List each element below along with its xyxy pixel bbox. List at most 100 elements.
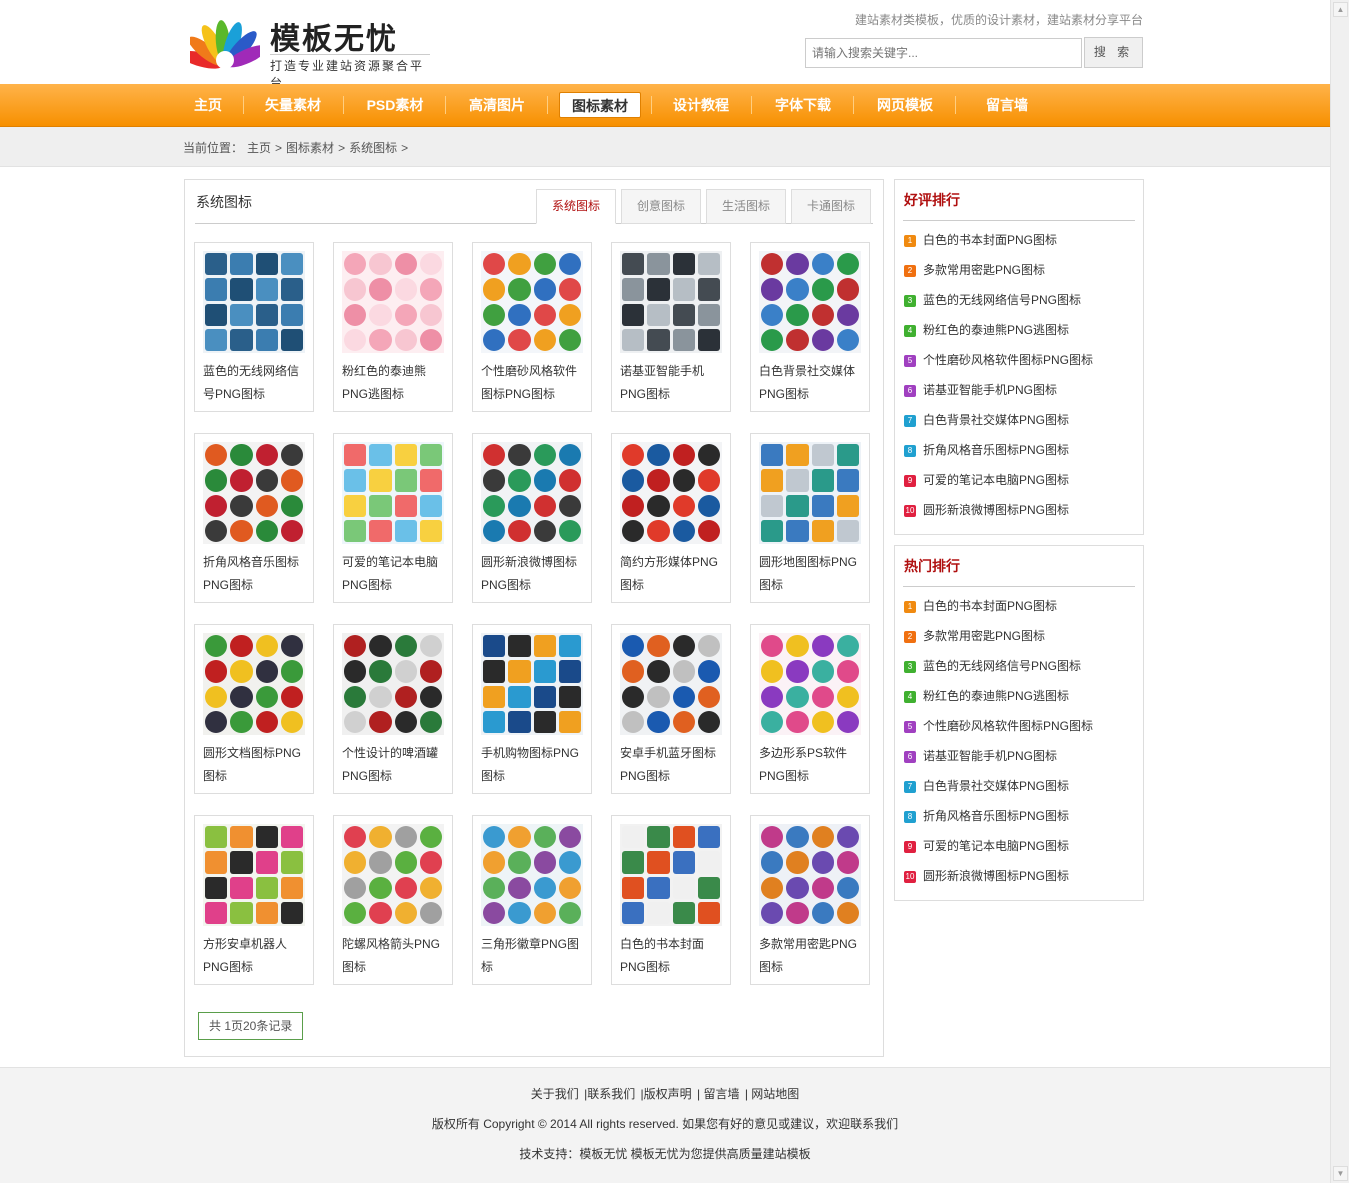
rank-item[interactable]: 8 折角风格音乐图标PNG图标 bbox=[904, 806, 1069, 826]
icon-card-title[interactable]: 安卓手机蓝牙图标PNG图标 bbox=[620, 742, 724, 788]
nav-item[interactable]: 网页模板 bbox=[865, 92, 945, 118]
icon-card-title[interactable]: 粉红色的泰迪熊PNG逃图标 bbox=[342, 360, 446, 406]
rank-item-label[interactable]: 白色背景社交媒体PNG图标 bbox=[923, 779, 1069, 793]
icon-card-title[interactable]: 个性设计的啤酒罐PNG图标 bbox=[342, 742, 446, 788]
icon-thumbnail[interactable] bbox=[620, 251, 722, 353]
icon-card[interactable]: 圆形文档图标PNG图标 bbox=[194, 624, 314, 794]
rank-item[interactable]: 7 白色背景社交媒体PNG图标 bbox=[904, 776, 1069, 796]
breadcrumb-category[interactable]: 图标素材 bbox=[286, 141, 334, 155]
icon-card[interactable]: 可爱的笔记本电脑PNG图标 bbox=[333, 433, 453, 603]
logo-name[interactable]: 模板无忧 bbox=[270, 14, 398, 58]
icon-card-title[interactable]: 圆形文档图标PNG图标 bbox=[203, 742, 307, 788]
rank-item-label[interactable]: 诺基亚智能手机PNG图标 bbox=[923, 383, 1057, 397]
icon-thumbnail[interactable] bbox=[759, 442, 861, 544]
scroll-down-icon[interactable]: ▼ bbox=[1333, 1166, 1348, 1181]
tab-category[interactable]: 卡通图标 bbox=[791, 189, 871, 224]
icon-card-title[interactable]: 蓝色的无线网络信号PNG图标 bbox=[203, 360, 307, 406]
icon-card[interactable]: 圆形地图图标PNG图标 bbox=[750, 433, 870, 603]
rank-item-label[interactable]: 蓝色的无线网络信号PNG图标 bbox=[923, 293, 1081, 307]
rank-item[interactable]: 2 多款常用密匙PNG图标 bbox=[904, 260, 1045, 280]
icon-card[interactable]: 多款常用密匙PNG图标 bbox=[750, 815, 870, 985]
rank-item-label[interactable]: 粉红色的泰迪熊PNG逃图标 bbox=[923, 689, 1069, 703]
rank-item-label[interactable]: 折角风格音乐图标PNG图标 bbox=[923, 443, 1069, 457]
rank-item-label[interactable]: 白色的书本封面PNG图标 bbox=[923, 233, 1057, 247]
footer-link-guestbook[interactable]: | 留言墙 bbox=[697, 1087, 739, 1101]
search-button[interactable]: 搜 索 bbox=[1084, 37, 1143, 68]
icon-thumbnail[interactable] bbox=[481, 633, 583, 735]
icon-card[interactable]: 简约方形媒体PNG图标 bbox=[611, 433, 731, 603]
icon-card[interactable]: 个性设计的啤酒罐PNG图标 bbox=[333, 624, 453, 794]
icon-card[interactable]: 个性磨砂风格软件图标PNG图标 bbox=[472, 242, 592, 412]
icon-thumbnail[interactable] bbox=[342, 824, 444, 926]
footer-link-about[interactable]: 关于我们 bbox=[531, 1087, 579, 1101]
vertical-scrollbar[interactable]: ▲ ▼ bbox=[1330, 0, 1349, 1183]
icon-thumbnail[interactable] bbox=[620, 633, 722, 735]
rank-item-label[interactable]: 多款常用密匙PNG图标 bbox=[923, 263, 1045, 277]
breadcrumb-home[interactable]: 主页 bbox=[247, 141, 271, 155]
rank-item-label[interactable]: 个性磨砂风格软件图标PNG图标 bbox=[923, 719, 1093, 733]
icon-card[interactable]: 安卓手机蓝牙图标PNG图标 bbox=[611, 624, 731, 794]
icon-thumbnail[interactable] bbox=[342, 251, 444, 353]
icon-card-title[interactable]: 可爱的笔记本电脑PNG图标 bbox=[342, 551, 446, 597]
footer-link-contact[interactable]: |联系我们 bbox=[584, 1087, 635, 1101]
icon-card-title[interactable]: 多边形系PS软件PNG图标 bbox=[759, 742, 863, 788]
icon-card-title[interactable]: 诺基亚智能手机PNG图标 bbox=[620, 360, 724, 406]
tab-category[interactable]: 系统图标 bbox=[536, 189, 616, 224]
icon-card[interactable]: 白色的书本封面PNG图标 bbox=[611, 815, 731, 985]
rank-item-label[interactable]: 圆形新浪微博图标PNG图标 bbox=[923, 503, 1069, 517]
tab-category[interactable]: 生活图标 bbox=[706, 189, 786, 224]
nav-item[interactable]: 图标素材 bbox=[559, 92, 641, 118]
rank-item[interactable]: 10 圆形新浪微博图标PNG图标 bbox=[904, 500, 1069, 520]
icon-thumbnail[interactable] bbox=[203, 442, 305, 544]
rank-item-label[interactable]: 折角风格音乐图标PNG图标 bbox=[923, 809, 1069, 823]
rank-item[interactable]: 9 可爱的笔记本电脑PNG图标 bbox=[904, 470, 1069, 490]
footer-link-sitemap[interactable]: | 网站地图 bbox=[745, 1087, 799, 1101]
icon-thumbnail[interactable] bbox=[620, 442, 722, 544]
icon-card-title[interactable]: 多款常用密匙PNG图标 bbox=[759, 933, 863, 979]
icon-card[interactable]: 白色背景社交媒体PNG图标 bbox=[750, 242, 870, 412]
icon-card-title[interactable]: 圆形地图图标PNG图标 bbox=[759, 551, 863, 597]
tab-category[interactable]: 创意图标 bbox=[621, 189, 701, 224]
icon-thumbnail[interactable] bbox=[481, 251, 583, 353]
nav-item[interactable]: 字体下载 bbox=[763, 92, 843, 118]
nav-item[interactable]: 主页 bbox=[183, 92, 233, 118]
rank-item-label[interactable]: 个性磨砂风格软件图标PNG图标 bbox=[923, 353, 1093, 367]
rank-item[interactable]: 10 圆形新浪微博图标PNG图标 bbox=[904, 866, 1069, 886]
rank-item-label[interactable]: 多款常用密匙PNG图标 bbox=[923, 629, 1045, 643]
nav-item[interactable]: PSD素材 bbox=[355, 92, 435, 118]
footer-link-copyright[interactable]: |版权声明 bbox=[641, 1087, 692, 1101]
icon-card-title[interactable]: 手机购物图标PNG图标 bbox=[481, 742, 585, 788]
rank-item[interactable]: 4 粉红色的泰迪熊PNG逃图标 bbox=[904, 320, 1069, 340]
icon-card-title[interactable]: 个性磨砂风格软件图标PNG图标 bbox=[481, 360, 585, 406]
icon-thumbnail[interactable] bbox=[342, 442, 444, 544]
rank-item[interactable]: 7 白色背景社交媒体PNG图标 bbox=[904, 410, 1069, 430]
rank-item[interactable]: 5 个性磨砂风格软件图标PNG图标 bbox=[904, 716, 1093, 736]
rank-item[interactable]: 9 可爱的笔记本电脑PNG图标 bbox=[904, 836, 1069, 856]
icon-card-title[interactable]: 陀螺风格箭头PNG图标 bbox=[342, 933, 446, 979]
rank-item[interactable]: 6 诺基亚智能手机PNG图标 bbox=[904, 380, 1057, 400]
icon-thumbnail[interactable] bbox=[203, 824, 305, 926]
rank-item[interactable]: 8 折角风格音乐图标PNG图标 bbox=[904, 440, 1069, 460]
icon-card-title[interactable]: 圆形新浪微博图标PNG图标 bbox=[481, 551, 585, 597]
rank-item[interactable]: 1 白色的书本封面PNG图标 bbox=[904, 230, 1057, 250]
rank-item[interactable]: 5 个性磨砂风格软件图标PNG图标 bbox=[904, 350, 1093, 370]
icon-card[interactable]: 蓝色的无线网络信号PNG图标 bbox=[194, 242, 314, 412]
icon-thumbnail[interactable] bbox=[203, 633, 305, 735]
rank-item-label[interactable]: 白色背景社交媒体PNG图标 bbox=[923, 413, 1069, 427]
icon-thumbnail[interactable] bbox=[481, 442, 583, 544]
rank-item-label[interactable]: 圆形新浪微博图标PNG图标 bbox=[923, 869, 1069, 883]
logo-icon[interactable] bbox=[180, 12, 268, 72]
rank-item[interactable]: 3 蓝色的无线网络信号PNG图标 bbox=[904, 656, 1081, 676]
icon-card-title[interactable]: 方形安卓机器人PNG图标 bbox=[203, 933, 307, 979]
icon-card[interactable]: 多边形系PS软件PNG图标 bbox=[750, 624, 870, 794]
nav-item[interactable]: 留言墙 bbox=[967, 92, 1047, 118]
icon-card-title[interactable]: 白色的书本封面PNG图标 bbox=[620, 933, 724, 979]
icon-card[interactable]: 粉红色的泰迪熊PNG逃图标 bbox=[333, 242, 453, 412]
rank-item[interactable]: 1 白色的书本封面PNG图标 bbox=[904, 596, 1057, 616]
rank-item-label[interactable]: 蓝色的无线网络信号PNG图标 bbox=[923, 659, 1081, 673]
rank-item[interactable]: 4 粉红色的泰迪熊PNG逃图标 bbox=[904, 686, 1069, 706]
icon-card[interactable]: 陀螺风格箭头PNG图标 bbox=[333, 815, 453, 985]
icon-card[interactable]: 圆形新浪微博图标PNG图标 bbox=[472, 433, 592, 603]
nav-item[interactable]: 高清图片 bbox=[457, 92, 537, 118]
icon-card[interactable]: 三角形徽章PNG图标 bbox=[472, 815, 592, 985]
